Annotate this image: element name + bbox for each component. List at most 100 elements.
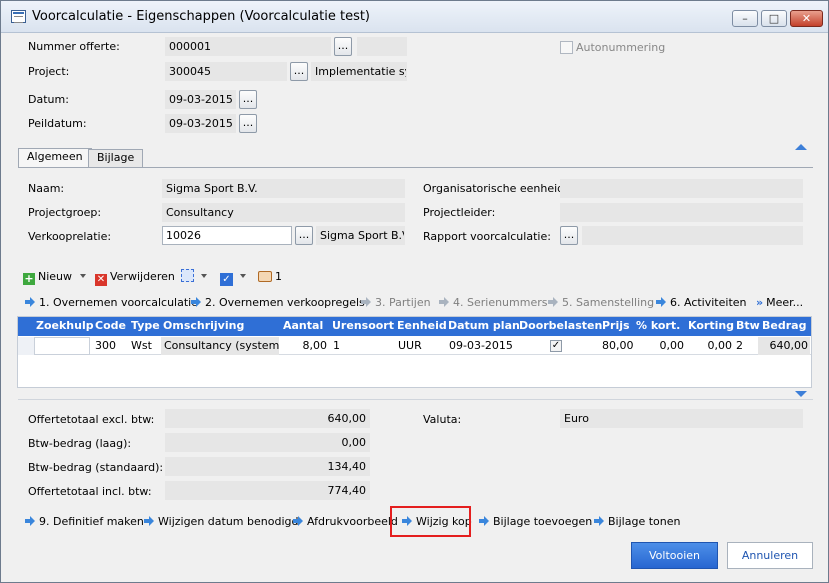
col-aantal[interactable]: Aantal — [283, 317, 323, 335]
rapport-field — [582, 226, 803, 245]
verkooprelatie-label: Verkooprelatie: — [28, 230, 112, 243]
step-serienummers: 4. Serienummers — [439, 296, 547, 309]
btw-standaard-label: Btw-bedrag (standaard): — [28, 461, 164, 474]
rapport-lookup-button[interactable]: ... — [560, 226, 578, 245]
tab-algemeen[interactable]: Algemeen — [18, 148, 92, 168]
totals-divider — [18, 399, 813, 400]
nummer-offerte-lookup-button[interactable]: ... — [334, 37, 352, 56]
voltooien-button[interactable]: Voltooien — [631, 542, 718, 569]
cell-bedrag: 640,00 — [758, 337, 810, 355]
paperclip-icon — [258, 271, 272, 282]
col-datum-plan[interactable]: Datum plan — [448, 317, 520, 335]
options-dropdown-icon[interactable] — [201, 274, 207, 278]
datum-picker-button[interactable]: ... — [239, 90, 257, 109]
cell-code[interactable]: 300 — [95, 337, 116, 355]
nummer-offerte-label: Nummer offerte: — [28, 40, 120, 53]
more-steps-button[interactable]: » Meer... — [756, 296, 803, 309]
col-btw[interactable]: Btw — [736, 317, 760, 335]
new-button[interactable]: + Nieuw — [23, 269, 87, 285]
cell-zoekhulp[interactable] — [34, 337, 90, 355]
cell-eenheid[interactable]: UUR — [398, 337, 422, 355]
step-label: 1. Overnemen voorcalculatie — [39, 296, 198, 309]
autonummering-label: Autonummering — [576, 41, 666, 54]
col-kort[interactable]: % kort. — [636, 317, 680, 335]
action-label: Wijzigen datum benodigd — [158, 515, 299, 528]
close-button[interactable]: ✕ — [790, 10, 823, 27]
arrow-right-icon — [548, 297, 558, 307]
col-urensoort[interactable]: Urensoort — [332, 317, 394, 335]
minimize-button[interactable]: – — [732, 10, 758, 27]
cell-datum-plan[interactable]: 09-03-2015 — [449, 337, 513, 355]
arrow-right-icon — [361, 297, 371, 307]
naam-field: Sigma Sport B.V. — [162, 179, 405, 198]
action-afdrukvoorbeeld[interactable]: Afdrukvoorbeeld — [293, 515, 398, 528]
annuleren-button[interactable]: Annuleren — [727, 542, 813, 569]
arrow-right-icon — [656, 297, 666, 307]
rapport-label: Rapport voorcalculatie: — [423, 230, 551, 243]
project-lookup-button[interactable]: ... — [290, 62, 308, 81]
col-korting[interactable]: Korting — [688, 317, 734, 335]
new-dropdown-icon[interactable] — [80, 274, 87, 278]
col-doorbelasten[interactable]: Doorbelasten — [519, 317, 602, 335]
row-selector[interactable] — [18, 337, 34, 355]
col-prijs[interactable]: Prijs — [602, 317, 630, 335]
title-bar[interactable]: Voorcalculatie - Eigenschappen (Voorcalc… — [1, 1, 828, 33]
cell-omschrijving[interactable]: Consultancy (systemen) — [161, 337, 279, 355]
collapse-up-icon[interactable] — [795, 144, 807, 150]
maximize-button[interactable]: □ — [761, 10, 787, 27]
verkooprelatie-lookup-button[interactable]: ... — [295, 226, 313, 245]
step-label: 6. Activiteiten — [670, 296, 747, 309]
col-omschrijving[interactable]: Omschrijving — [163, 317, 244, 335]
cell-kort[interactable]: 0,00 — [638, 337, 685, 355]
datum-field[interactable]: 09-03-2015 — [165, 90, 236, 109]
attachment-button[interactable]: 1 — [258, 269, 282, 285]
nummer-offerte-extra-field[interactable] — [357, 37, 407, 56]
col-eenheid[interactable]: Eenheid — [397, 317, 447, 335]
check-dropdown-icon[interactable] — [240, 274, 246, 278]
cell-btw[interactable]: 2 — [736, 337, 743, 355]
double-chevron-icon: » — [756, 296, 764, 309]
cell-type[interactable]: Wst — [131, 337, 152, 355]
lines-table: Zoekhulp Code Type Omschrijving Aantal U… — [17, 316, 812, 388]
col-code[interactable]: Code — [95, 317, 126, 335]
col-zoekhulp[interactable]: Zoekhulp — [36, 317, 94, 335]
step-overnemen-verkoopregels[interactable]: 2. Overnemen verkoopregels — [191, 296, 365, 309]
verkooprelatie-input[interactable]: 10026 — [162, 226, 292, 245]
plus-icon: + — [23, 272, 35, 285]
action-label: 9. Definitief maken — [39, 515, 144, 528]
step-overnemen-voorcalculatie[interactable]: 1. Overnemen voorcalculatie — [25, 296, 198, 309]
cell-aantal[interactable]: 8,00 — [283, 337, 328, 355]
options-button[interactable] — [181, 269, 207, 285]
action-label: Bijlage toevoegen — [493, 515, 593, 528]
projectgroep-label: Projectgroep: — [28, 206, 102, 219]
org-eenheid-field — [560, 179, 803, 198]
delete-button[interactable]: ✕ Verwijderen — [95, 269, 175, 286]
tab-bijlage[interactable]: Bijlage — [88, 149, 144, 167]
action-definitief-maken[interactable]: 9. Definitief maken — [25, 515, 144, 528]
maximize-icon: □ — [768, 12, 780, 25]
cell-urensoort[interactable]: 1 — [333, 337, 340, 355]
col-type[interactable]: Type — [131, 317, 160, 335]
step-label: 2. Overnemen verkoopregels — [205, 296, 365, 309]
peildatum-picker-button[interactable]: ... — [239, 114, 257, 133]
autonummering-checkbox[interactable] — [560, 41, 573, 54]
check-button[interactable]: ✓ — [220, 269, 246, 286]
expand-down-icon[interactable] — [795, 391, 807, 397]
action-bijlage-toevoegen[interactable]: Bijlage toevoegen — [479, 515, 592, 528]
nummer-offerte-field[interactable]: 000001 — [165, 37, 331, 56]
table-row[interactable]: 300 Wst Consultancy (systemen) 8,00 1 UU… — [18, 337, 811, 355]
step-activiteiten[interactable]: 6. Activiteiten — [656, 296, 747, 309]
col-bedrag[interactable]: Bedrag — [762, 317, 806, 335]
action-wijzigen-datum[interactable]: Wijzigen datum benodigd — [144, 515, 298, 528]
project-field[interactable]: 300045 — [165, 62, 287, 81]
action-label: Bijlage tonen — [608, 515, 681, 528]
arrow-right-icon — [25, 516, 35, 526]
cell-korting[interactable]: 0,00 — [688, 337, 733, 355]
arrow-right-icon — [144, 516, 154, 526]
cell-prijs[interactable]: 80,00 — [602, 337, 633, 355]
peildatum-label: Peildatum: — [28, 117, 87, 130]
peildatum-field[interactable]: 09-03-2015 — [165, 114, 236, 133]
doorbelasten-checkbox[interactable]: ✓ — [550, 340, 562, 352]
action-bijlage-tonen[interactable]: Bijlage tonen — [594, 515, 680, 528]
step-label: Meer... — [766, 296, 804, 309]
